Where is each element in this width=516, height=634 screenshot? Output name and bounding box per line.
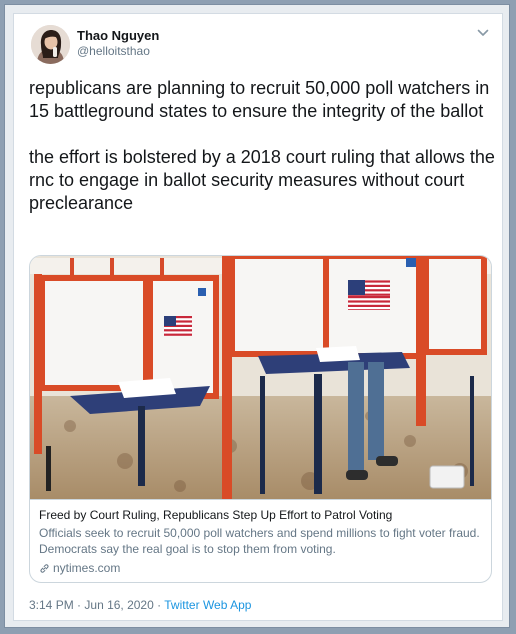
- link-card-domain-row: nytimes.com: [39, 560, 482, 576]
- tweet-time[interactable]: 3:14 PM: [29, 598, 74, 612]
- tweet-paragraph: the effort is bolstered by a 2018 court …: [29, 147, 495, 213]
- link-card-domain: nytimes.com: [53, 561, 121, 575]
- link-card-description: Officials seek to recruit 50,000 poll wa…: [39, 526, 480, 556]
- tweet-date[interactable]: Jun 16, 2020: [84, 598, 153, 612]
- link-preview-card[interactable]: Freed by Court Ruling, Republicans Step …: [29, 255, 492, 583]
- link-icon: [40, 563, 49, 573]
- tweet-card: Thao Nguyen @helloitsthao republicans ar…: [13, 13, 503, 621]
- avatar-photo-icon: [31, 25, 70, 64]
- link-card-body: Freed by Court Ruling, Republicans Step …: [30, 499, 491, 582]
- author-handle[interactable]: @helloitsthao: [77, 44, 150, 58]
- tweet-text: republicans are planning to recruit 50,0…: [29, 77, 495, 215]
- voting-booths-image: [30, 256, 491, 499]
- meta-separator: ·: [77, 598, 82, 612]
- screenshot-frame: Thao Nguyen @helloitsthao republicans ar…: [4, 4, 510, 628]
- link-card-title: Freed by Court Ruling, Republicans Step …: [39, 508, 393, 522]
- tweet-source-link[interactable]: Twitter Web App: [164, 598, 251, 612]
- author-display-name[interactable]: Thao Nguyen: [77, 28, 159, 43]
- chevron-down-icon[interactable]: [474, 24, 492, 42]
- author-avatar[interactable]: [31, 25, 70, 64]
- tweet-paragraph: republicans are planning to recruit 50,0…: [29, 78, 490, 121]
- meta-separator: ·: [157, 598, 162, 612]
- tweet-meta: 3:14 PM · Jun 16, 2020 · Twitter Web App: [29, 598, 251, 612]
